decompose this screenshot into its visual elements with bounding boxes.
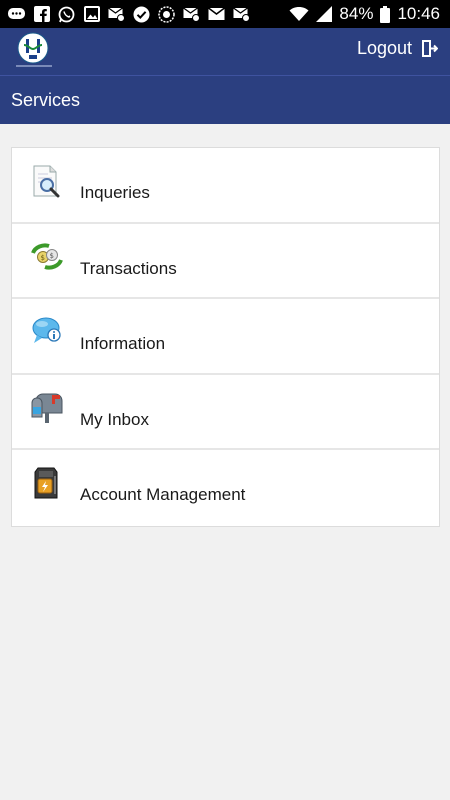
page-title-bar: Services: [0, 76, 450, 124]
menu-item-transactions[interactable]: $ $ Transactions: [12, 223, 439, 299]
logout-icon: [422, 40, 438, 57]
menu-item-label: Information: [80, 334, 166, 353]
signal-icon: [316, 6, 333, 22]
atm-machine-icon: [30, 466, 64, 500]
menu-item-inqueries[interactable]: Inqueries: [12, 148, 439, 224]
menu-item-my-inbox[interactable]: My Inbox: [12, 374, 439, 450]
menu-item-information[interactable]: Information: [12, 299, 439, 375]
wifi-icon: [289, 7, 309, 21]
page-title: Services: [11, 89, 81, 110]
svg-text:$: $: [41, 254, 45, 262]
status-bar: 84% 10:46: [0, 0, 450, 28]
svg-text:$: $: [50, 252, 54, 260]
image-icon: [83, 6, 100, 23]
mailbox-icon: [30, 391, 64, 425]
bank-logo: [12, 31, 56, 71]
verified-check-icon: [133, 6, 150, 23]
mail-settings-icon-2: [183, 6, 200, 23]
whatsapp-icon: [58, 6, 75, 23]
menu-item-label: Transactions: [80, 258, 177, 278]
magnifier-document-icon: [30, 164, 64, 198]
logout-label: Logout: [356, 38, 412, 58]
menu-item-label: Account Management: [80, 485, 246, 504]
chat-icon: [8, 6, 25, 23]
mail-settings-icon: [108, 6, 125, 23]
emblem-icon: [158, 5, 175, 23]
app-header: Logout: [0, 28, 450, 75]
clock: 10:46: [397, 4, 440, 23]
battery-icon: [380, 5, 391, 23]
mail-settings-icon-3: [233, 6, 250, 23]
battery-percent: 84%: [339, 4, 374, 23]
info-bubble-icon: [30, 315, 64, 349]
notification-icons: [8, 5, 250, 23]
menu-item-label: Inqueries: [80, 183, 150, 202]
money-exchange-icon: $ $: [30, 240, 64, 274]
menu-item-label: My Inbox: [80, 409, 149, 429]
logout-button[interactable]: Logout: [357, 38, 438, 59]
services-menu: Inqueries $ $ Transactions Information M…: [11, 147, 440, 527]
envelope-icon: [208, 6, 225, 23]
facebook-icon: [33, 6, 50, 23]
menu-item-account-management[interactable]: Account Management: [12, 450, 439, 526]
